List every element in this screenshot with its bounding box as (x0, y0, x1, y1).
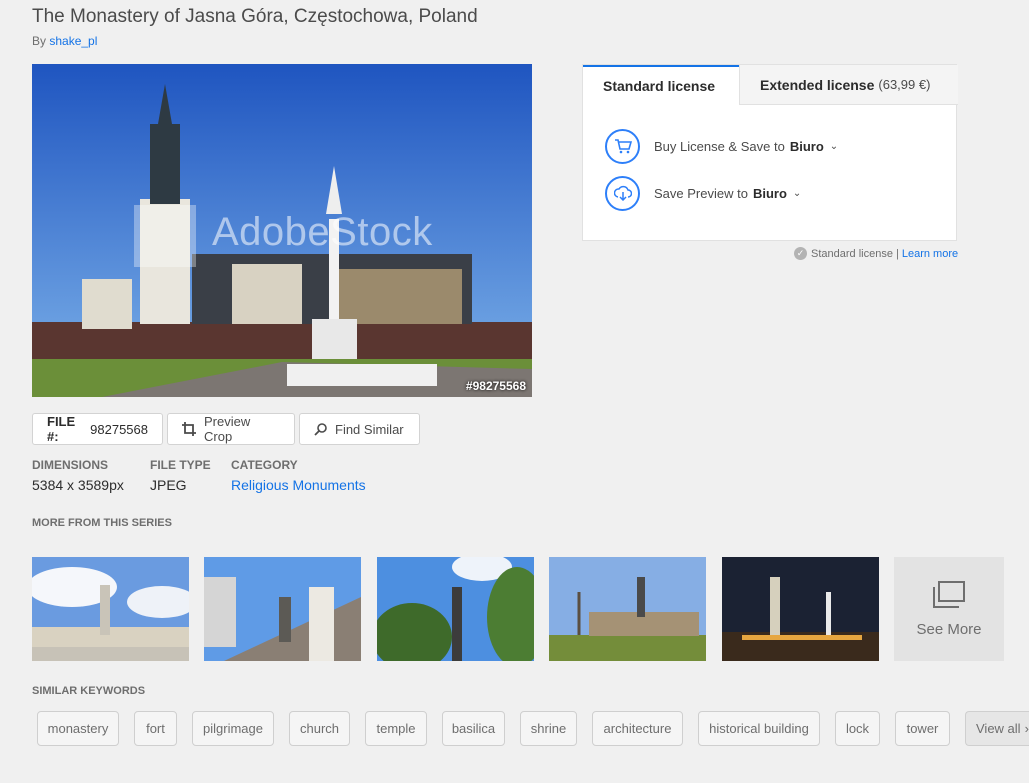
license-panel: Standard license Extended license (63,99… (582, 64, 958, 241)
keywords-heading: SIMILAR KEYWORDS (32, 685, 146, 697)
crop-icon (182, 422, 196, 436)
series-heading: MORE FROM THIS SERIES (32, 517, 172, 529)
gallery-icon (933, 580, 965, 613)
preview-target-folder: Biuro (752, 185, 787, 201)
cart-plus-icon (605, 128, 640, 164)
image-id-overlay: #98275568 (465, 379, 526, 393)
series-thumbnail[interactable] (32, 557, 189, 661)
keyword-chip[interactable]: pilgrimage (192, 711, 274, 746)
byline: By shake_pl (32, 34, 97, 48)
check-circle-icon: ✓ (794, 247, 807, 260)
find-similar-label: Find Similar (335, 421, 404, 437)
keyword-chip[interactable]: tower (895, 711, 950, 746)
buy-license-button[interactable]: Buy License & Save to Biuro ⌄ (605, 128, 838, 164)
chevron-down-icon: ⌄ (829, 140, 839, 152)
dimensions-value: 5384 x 3589px (32, 477, 124, 493)
buy-target-folder: Biuro (789, 138, 824, 154)
series-thumbnail[interactable] (204, 557, 361, 661)
cloud-download-icon (605, 175, 640, 211)
series-thumbnail[interactable] (377, 557, 534, 661)
byline-prefix: By (32, 34, 47, 48)
file-number-box[interactable]: FILE #: 98275568 (32, 413, 163, 445)
keyword-chip[interactable]: fort (134, 711, 177, 746)
license-note: ✓ Standard license | Learn more (794, 247, 958, 260)
category-link[interactable]: Religious Monuments (231, 477, 366, 493)
category-label: CATEGORY (231, 458, 298, 472)
extended-price: (63,99 €) (878, 77, 931, 92)
keyword-chip[interactable]: church (289, 711, 350, 746)
author-link[interactable]: shake_pl (49, 34, 97, 48)
file-number-label: FILE #: (47, 414, 76, 444)
keyword-chip[interactable]: monastery (37, 711, 119, 746)
page-title: The Monastery of Jasna Góra, Częstochowa… (32, 6, 478, 27)
filetype-value: JPEG (150, 477, 187, 493)
series-thumbnail[interactable] (722, 557, 879, 661)
dimensions-label: DIMENSIONS (32, 458, 109, 472)
save-preview-text: Save Preview to (654, 185, 748, 201)
adobe-stock-logo-icon (134, 205, 196, 267)
file-number-value: 98275568 (90, 421, 148, 437)
view-all-keywords-button[interactable]: View all › (965, 711, 1029, 746)
keyword-chip[interactable]: historical building (698, 711, 820, 746)
buy-license-text: Buy License & Save to (654, 138, 785, 154)
learn-more-link[interactable]: Learn more (902, 248, 958, 260)
chevron-down-icon: ⌄ (792, 187, 802, 199)
keyword-chip[interactable]: shrine (520, 711, 577, 746)
keyword-chip[interactable]: lock (835, 711, 880, 746)
chevron-right-icon: › (1024, 721, 1029, 736)
keyword-chip[interactable]: basilica (442, 711, 505, 746)
view-all-label: View all (976, 721, 1021, 736)
find-similar-button[interactable]: Find Similar (299, 413, 420, 445)
keyword-chip[interactable]: temple (365, 711, 427, 746)
search-icon (314, 422, 327, 436)
watermark-text: AdobeStock (212, 210, 433, 254)
preview-crop-label: Preview Crop (204, 414, 251, 444)
license-note-text: Standard license | (811, 247, 899, 260)
main-image[interactable]: AdobeStock #98275568 (32, 64, 532, 397)
tab-standard-license[interactable]: Standard license (583, 65, 739, 105)
tab-extended-license[interactable]: Extended license (63,99 €) (739, 65, 958, 105)
see-more-button[interactable]: See More (894, 557, 1004, 661)
preview-crop-button[interactable]: Preview Crop (167, 413, 295, 445)
tab-standard-label: Standard license (603, 78, 716, 94)
filetype-label: FILE TYPE (150, 458, 211, 472)
see-more-label: See More (916, 620, 982, 638)
keyword-chip[interactable]: architecture (592, 711, 683, 746)
save-preview-button[interactable]: Save Preview to Biuro ⌄ (605, 175, 801, 211)
tab-extended-label: Extended license (760, 76, 875, 93)
series-thumbnail[interactable] (549, 557, 706, 661)
